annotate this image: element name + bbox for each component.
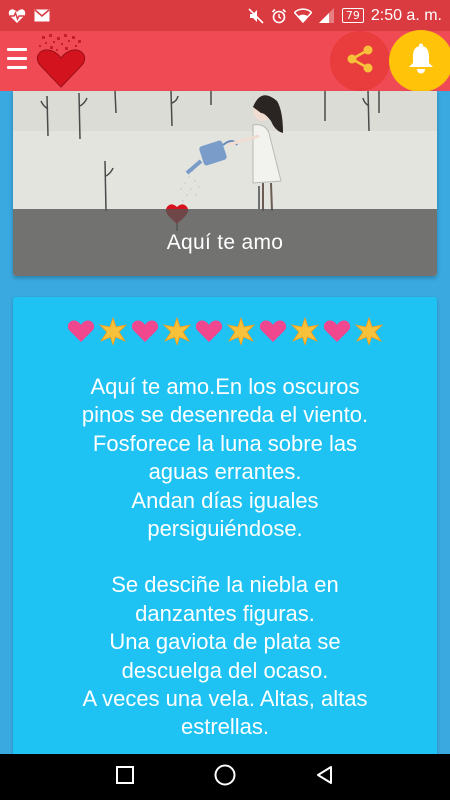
bell-icon [406, 43, 436, 79]
star-emoji-icon [98, 317, 129, 345]
poem-line: Fosforece la luna sobre las [92, 430, 358, 456]
heart-emoji-icon [258, 317, 289, 345]
poem-line: descuelga del ocaso. [121, 657, 329, 683]
status-bar: 79 2:50 a. m. [0, 0, 450, 31]
app-bar [0, 30, 450, 92]
home-button[interactable] [209, 761, 241, 793]
poem-line: persiguiéndose. [147, 516, 303, 542]
notification-bell-button[interactable] [389, 30, 450, 92]
poem-line: Una gaviota de plata se [109, 629, 341, 655]
hamburger-menu-icon[interactable] [7, 48, 27, 74]
recent-apps-icon [116, 766, 134, 788]
heart-pulse-icon [8, 8, 26, 24]
poem-text: Aquí te amo.En los oscuros pinos se dese… [13, 373, 437, 742]
poem-line: estrellas. [180, 714, 270, 740]
gmail-icon [34, 9, 50, 22]
poem-image-card[interactable]: Aquí te amo [13, 91, 437, 276]
stanza-gap [13, 543, 437, 571]
poem-line: Se desciñe la niebla en [111, 572, 339, 598]
star-emoji-icon [226, 317, 257, 345]
heart-emoji-icon [194, 317, 225, 345]
signal-icon [318, 8, 335, 23]
clock: 2:50 a. m. [370, 6, 442, 24]
back-icon [315, 765, 335, 789]
poem-line: danzantes figuras. [135, 600, 315, 626]
wifi-icon [293, 8, 312, 23]
poem-line: Andan días iguales [131, 487, 319, 513]
poem-line: A veces una vela. Altas, altas [82, 686, 368, 712]
poem-title: Aquí te amo [166, 230, 284, 254]
back-button[interactable] [309, 761, 341, 793]
star-emoji-icon [290, 317, 321, 345]
recent-apps-button[interactable] [109, 761, 141, 793]
mute-icon [248, 7, 264, 24]
heart-emoji-icon [66, 317, 97, 345]
heart-emoji-icon [322, 317, 353, 345]
star-emoji-icon [162, 317, 193, 345]
poem-line: aguas errantes. [148, 459, 302, 485]
caption-bar: Aquí te amo [13, 209, 437, 276]
poem-line: Aquí te amo.En los oscuros [90, 374, 360, 399]
share-icon [345, 44, 375, 78]
poem-line: pinos se desenreda el viento. [81, 402, 369, 428]
system-nav-bar [0, 754, 450, 800]
battery-icon: 79 [341, 8, 364, 23]
poem-card: Aquí te amo.En los oscuros pinos se dese… [13, 297, 437, 767]
star-emoji-icon [354, 317, 385, 345]
heart-emoji-icon [130, 317, 161, 345]
home-icon [214, 764, 236, 790]
alarm-icon [271, 8, 287, 24]
share-button[interactable] [330, 31, 390, 91]
emoji-decoration-row [13, 317, 437, 345]
heart-logo [36, 33, 86, 89]
